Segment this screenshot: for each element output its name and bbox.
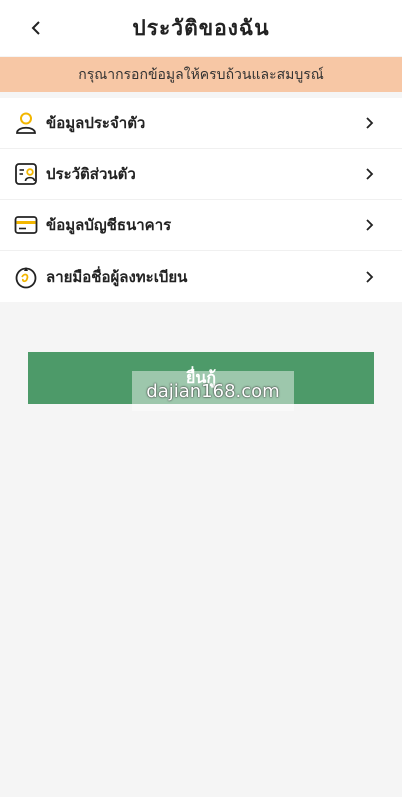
header-bar: ประวัติของฉัน [0, 0, 402, 56]
menu-item-label: ประวัติส่วนตัว [46, 165, 136, 183]
chevron-right-icon [364, 218, 376, 232]
menu-item-bank-account[interactable]: ข้อมูลบัญชีธนาคาร [0, 200, 402, 251]
signature-icon [14, 265, 38, 289]
menu-item-label: ข้อมูลบัญชีธนาคาร [46, 216, 172, 234]
id-card-icon [14, 162, 38, 186]
menu-item-identity[interactable]: ข้อมูลประจำตัว [0, 98, 402, 149]
menu-item-label: ลายมือชื่อผู้ลงทะเบียน [46, 267, 188, 286]
notice-banner: กรุณากรอกข้อมูลให้ครบถ้วนและสมบูรณ์ [0, 57, 402, 92]
page-title: ประวัติของฉัน [132, 14, 270, 40]
profile-menu: ข้อมูลประจำตัว ประวัติส่วนตัว ข้อมูลบัญช… [0, 98, 402, 302]
user-icon [14, 111, 38, 135]
menu-item-label: ข้อมูลประจำตัว [46, 114, 146, 132]
watermark: dajian168.com [132, 371, 294, 411]
menu-item-personal-history[interactable]: ประวัติส่วนตัว [0, 149, 402, 200]
back-button[interactable] [22, 14, 50, 42]
bank-card-icon [14, 213, 38, 237]
chevron-left-icon [31, 21, 40, 35]
menu-item-signature[interactable]: ลายมือชื่อผู้ลงทะเบียน [0, 251, 402, 302]
notice-text: กรุณากรอกข้อมูลให้ครบถ้วนและสมบูรณ์ [78, 66, 324, 83]
chevron-right-icon [364, 116, 376, 130]
chevron-right-icon [364, 270, 376, 284]
chevron-right-icon [364, 167, 376, 181]
